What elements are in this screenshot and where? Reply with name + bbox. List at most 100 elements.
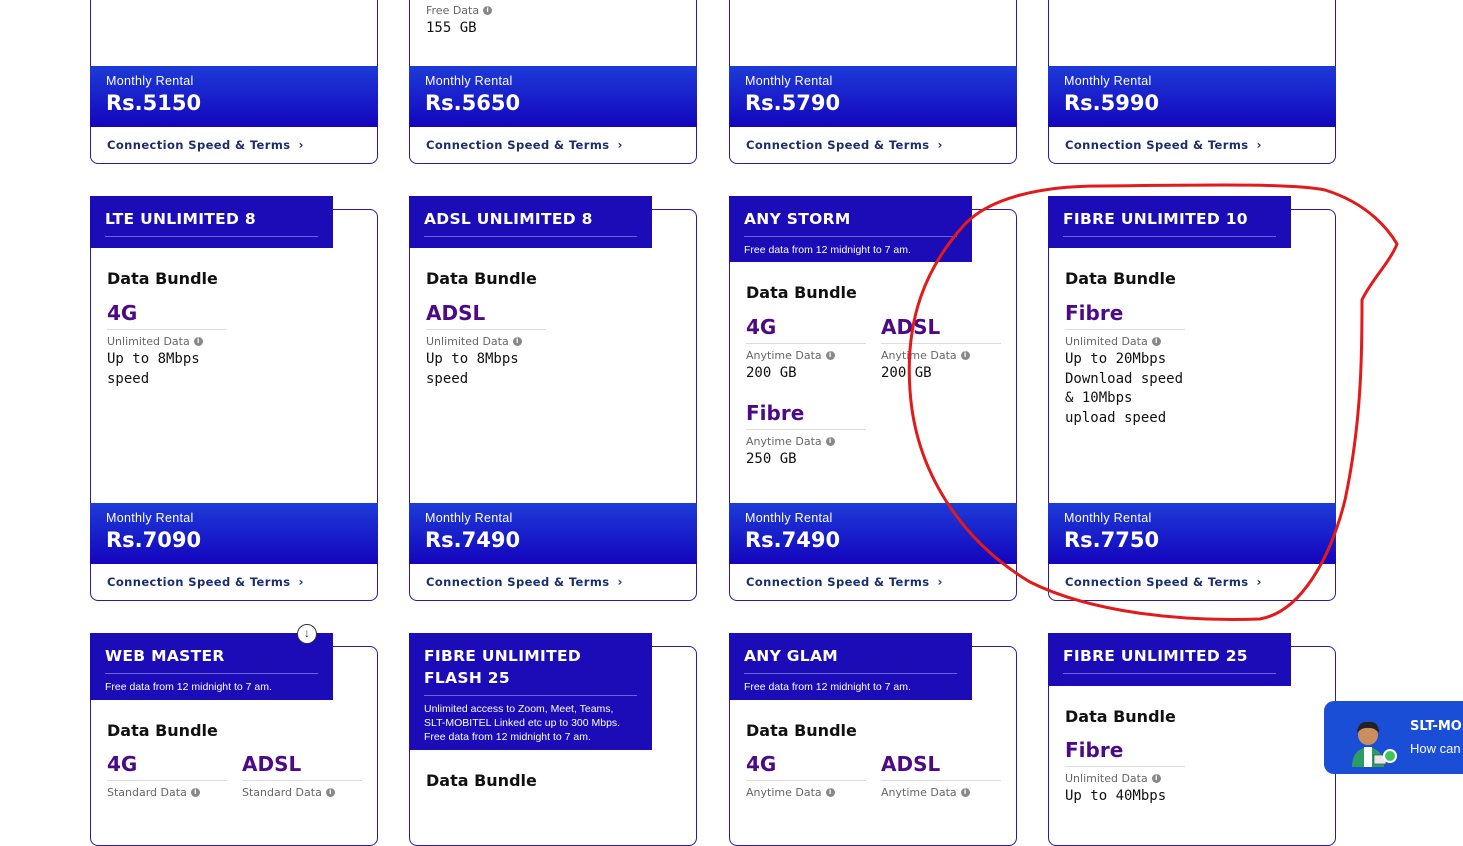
title-divider bbox=[1063, 673, 1276, 674]
terms-link[interactable]: Connection Speed & Terms › bbox=[426, 575, 623, 589]
data-bundle-label: Data Bundle bbox=[426, 771, 537, 790]
terms-link[interactable]: Connection Speed & Terms › bbox=[107, 575, 304, 589]
terms-link[interactable]: Connection Speed & Terms › bbox=[1065, 138, 1262, 152]
title-divider bbox=[744, 236, 957, 237]
monthly-rental-label: Monthly Rental bbox=[425, 511, 513, 525]
data-type-name: Fibre bbox=[1065, 301, 1185, 330]
data-bundle-label: Data Bundle bbox=[746, 283, 857, 302]
info-icon[interactable]: i bbox=[825, 437, 835, 446]
terms-link-label: Connection Speed & Terms bbox=[107, 138, 291, 152]
data-type-label: Standard Data i bbox=[107, 786, 227, 799]
monthly-rental-panel: Monthly Rental Rs.7750 bbox=[1048, 503, 1336, 564]
plan-title-box: LTE UNLIMITED 8 bbox=[90, 196, 333, 248]
terms-link[interactable]: Connection Speed & Terms › bbox=[746, 138, 943, 152]
data-type-label: Anytime Data i bbox=[746, 349, 866, 362]
data-type-label: Unlimited Data i bbox=[1065, 335, 1185, 348]
info-icon[interactable]: i bbox=[1151, 337, 1161, 346]
price: Rs.7490 bbox=[745, 528, 841, 552]
terms-link-label: Connection Speed & Terms bbox=[426, 138, 610, 152]
data-type-text: Standard Data bbox=[107, 786, 187, 799]
price: Rs.7490 bbox=[425, 528, 521, 552]
terms-link[interactable]: Connection Speed & Terms › bbox=[107, 138, 304, 152]
plan-title-box: WEB MASTER Free data from 12 midnight to… bbox=[90, 633, 333, 700]
data-type-label: Unlimited Data i bbox=[426, 335, 546, 348]
terms-link[interactable]: Connection Speed & Terms › bbox=[746, 575, 943, 589]
data-value: Up to 40Mbps bbox=[1065, 788, 1167, 804]
chevron-right-icon: › bbox=[617, 138, 623, 152]
plan-title: LTE UNLIMITED 8 bbox=[105, 210, 256, 228]
monthly-rental-panel: Monthly Rental Rs.5150 bbox=[90, 66, 378, 127]
data-item: ADSL Anytime Data i 200 GB bbox=[881, 315, 1001, 384]
terms-link[interactable]: Connection Speed & Terms › bbox=[426, 138, 623, 152]
info-icon[interactable]: i bbox=[825, 351, 835, 360]
info-icon[interactable]: i bbox=[960, 351, 970, 360]
data-type-name: ADSL bbox=[242, 752, 362, 781]
data-item: ADSL Unlimited Data i Up to 8Mbps speed bbox=[426, 301, 546, 389]
price: Rs.5150 bbox=[106, 91, 202, 115]
chevron-right-icon: › bbox=[617, 575, 623, 589]
data-type-text: Unlimited Data bbox=[107, 335, 190, 348]
price: Rs.7750 bbox=[1064, 528, 1160, 552]
plan-card-fibre-unlimited-25: FIBRE UNLIMITED 25 Data Bundle Fibre Unl… bbox=[1048, 633, 1336, 846]
plan-title: FIBRE UNLIMITED 10 bbox=[1063, 210, 1248, 228]
terms-link-label: Connection Speed & Terms bbox=[1065, 575, 1249, 589]
info-icon[interactable]: i bbox=[193, 337, 203, 346]
monthly-rental-panel: Monthly Rental Rs.7490 bbox=[729, 503, 1017, 564]
plan-title: FIBRE UNLIMITED 25 bbox=[1063, 647, 1248, 665]
plan-card-adsl-unlimited-8: ADSL UNLIMITED 8 Data Bundle ADSL Unlimi… bbox=[409, 196, 697, 601]
data-type-text: Anytime Data bbox=[881, 786, 957, 799]
monthly-rental-panel: Monthly Rental Rs.5650 bbox=[409, 66, 697, 127]
chevron-right-icon: › bbox=[298, 138, 304, 152]
terms-link-label: Connection Speed & Terms bbox=[107, 575, 291, 589]
data-type-name: ADSL bbox=[426, 301, 546, 330]
monthly-rental-panel: Monthly Rental Rs.7490 bbox=[409, 503, 697, 564]
chat-subtitle: How can bbox=[1410, 741, 1461, 756]
info-icon[interactable]: i bbox=[1151, 774, 1161, 783]
data-bundle-label: Data Bundle bbox=[107, 269, 218, 288]
plan-title: ADSL UNLIMITED 8 bbox=[424, 210, 593, 228]
info-icon[interactable]: i bbox=[483, 6, 493, 15]
terms-link[interactable]: Connection Speed & Terms › bbox=[1065, 575, 1262, 589]
chevron-right-icon: › bbox=[937, 575, 943, 589]
data-type-name: 4G bbox=[107, 752, 227, 781]
data-type-text: Free Data bbox=[426, 4, 480, 17]
data-type-name: Fibre bbox=[1065, 738, 1185, 767]
data-type-name: 4G bbox=[746, 315, 866, 344]
download-icon[interactable]: ↓ bbox=[297, 624, 317, 644]
plan-card-fibre-unlimited-10: FIBRE UNLIMITED 10 Data Bundle Fibre Unl… bbox=[1048, 196, 1336, 601]
info-icon[interactable]: i bbox=[512, 337, 522, 346]
data-value: 250 GB bbox=[746, 451, 797, 467]
chevron-right-icon: › bbox=[937, 138, 943, 152]
terms-link-label: Connection Speed & Terms bbox=[1065, 138, 1249, 152]
chevron-right-icon: › bbox=[1256, 138, 1262, 152]
title-divider bbox=[424, 695, 637, 696]
data-value: Up to 20Mbps Download speed & 10Mbps upl… bbox=[1065, 351, 1184, 426]
data-value: 155 GB bbox=[426, 20, 477, 36]
data-type-label: Standard Data i bbox=[242, 786, 362, 799]
data-type-label: Free Data i bbox=[426, 4, 546, 17]
price: Rs.5650 bbox=[425, 91, 521, 115]
data-item: Fibre Unlimited Data i Up to 40Mbps bbox=[1065, 738, 1185, 807]
data-type-text: Standard Data bbox=[242, 786, 322, 799]
chat-widget[interactable]: SLT-MOB How can bbox=[1324, 701, 1463, 774]
data-type-text: Anytime Data bbox=[746, 435, 822, 448]
plan-card-any-storm: ANY STORM Free data from 12 midnight to … bbox=[729, 196, 1017, 601]
data-bundle-label: Data Bundle bbox=[107, 721, 218, 740]
data-type-name: ADSL bbox=[881, 315, 1001, 344]
plan-note: Free data from 12 midnight to 7 am. bbox=[744, 244, 911, 256]
data-bundle-label: Data Bundle bbox=[1065, 269, 1176, 288]
plan-card: Monthly Rental Rs.5990 Connection Speed … bbox=[1048, 0, 1336, 164]
monthly-rental-label: Monthly Rental bbox=[106, 511, 194, 525]
data-type-text: Anytime Data bbox=[881, 349, 957, 362]
data-item: Fibre Anytime Data i 250 GB bbox=[746, 401, 866, 470]
terms-link-label: Connection Speed & Terms bbox=[746, 575, 930, 589]
data-value: Up to 8Mbps speed bbox=[426, 351, 519, 387]
data-value: 200 GB bbox=[746, 365, 797, 381]
data-bundle-label: Data Bundle bbox=[426, 269, 537, 288]
data-type-name: Fibre bbox=[746, 401, 866, 430]
title-divider bbox=[105, 673, 318, 674]
data-type-label: Unlimited Data i bbox=[107, 335, 227, 348]
data-value: 200 GB bbox=[881, 365, 932, 381]
monthly-rental-panel: Monthly Rental Rs.5990 bbox=[1048, 66, 1336, 127]
monthly-rental-label: Monthly Rental bbox=[745, 74, 833, 88]
